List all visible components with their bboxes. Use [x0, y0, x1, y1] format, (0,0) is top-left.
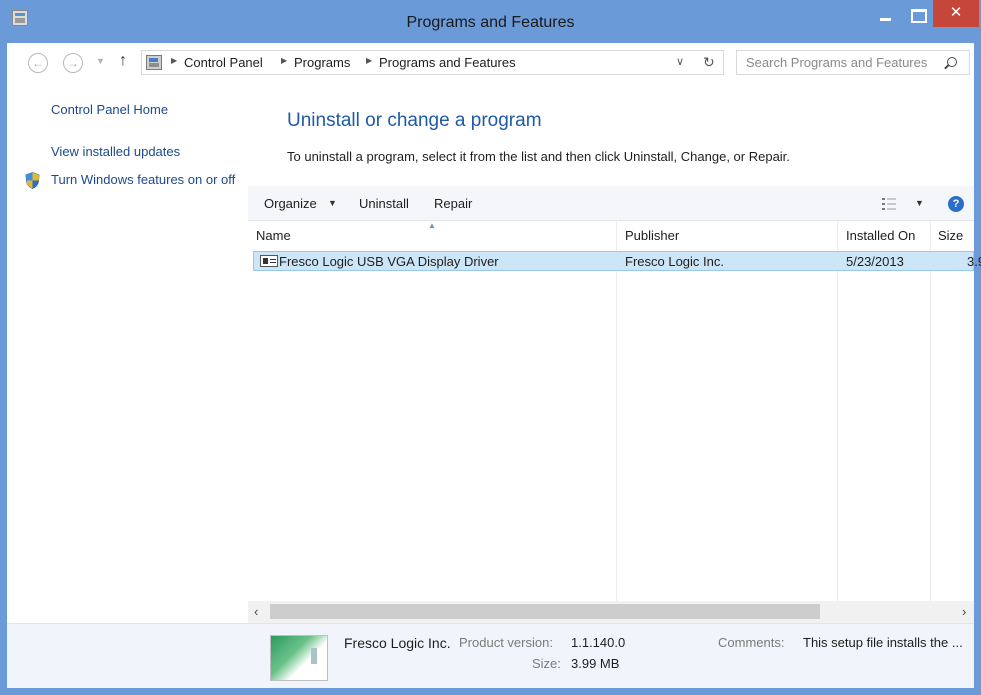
change-view-icon[interactable] — [882, 198, 898, 210]
task-pane: Control Panel Home View installed update… — [7, 83, 247, 623]
help-icon[interactable]: ? — [948, 196, 964, 212]
program-icon — [260, 255, 278, 267]
repair-button[interactable]: Repair — [434, 196, 472, 211]
organize-dropdown-icon[interactable]: ▼ — [328, 198, 337, 208]
breadcrumb-control-panel[interactable]: Control Panel — [184, 55, 263, 70]
scroll-left-icon[interactable]: ‹ — [254, 604, 258, 619]
window-title: Programs and Features — [406, 14, 575, 31]
search-icon[interactable] — [947, 57, 957, 67]
column-divider[interactable] — [930, 221, 931, 603]
control-panel-home-link[interactable]: Control Panel Home — [51, 102, 168, 117]
page-title: Uninstall or change a program — [287, 110, 542, 131]
search-placeholder: Search Programs and Features — [746, 55, 928, 70]
breadcrumb-separator-icon[interactable]: ▶ — [366, 56, 372, 65]
window-content: ← → ▼ ↑ ▶ Control Panel ▶ Programs ▶ Pro… — [7, 43, 981, 688]
column-header-publisher[interactable]: Publisher — [625, 228, 679, 243]
turn-windows-features-link[interactable]: Turn Windows features on or off — [51, 171, 241, 188]
details-pane: Fresco Logic Inc. Product version: 1.1.1… — [7, 623, 974, 688]
close-button[interactable]: ✕ — [933, 0, 979, 27]
column-headers: ▲ Name Publisher Installed On Size — [248, 221, 974, 249]
column-divider[interactable] — [837, 221, 838, 603]
breadcrumb-separator-icon[interactable]: ▶ — [171, 56, 177, 65]
comments-label: Comments: — [718, 635, 785, 650]
uninstall-button[interactable]: Uninstall — [359, 196, 409, 211]
comments-value: This setup file installs the ... — [803, 635, 963, 650]
horizontal-scrollbar[interactable]: ‹ › — [248, 601, 974, 623]
refresh-icon[interactable]: ↻ — [703, 54, 715, 71]
programs-and-features-window: Programs and Features ✕ ← → ▼ ↑ ▶ Contro… — [0, 0, 981, 695]
address-bar[interactable]: ▶ Control Panel ▶ Programs ▶ Programs an… — [141, 50, 724, 75]
column-header-size[interactable]: Size — [938, 228, 963, 243]
column-divider[interactable] — [616, 221, 617, 603]
forward-button[interactable]: → — [63, 53, 83, 73]
breadcrumb-separator-icon[interactable]: ▶ — [281, 56, 287, 65]
organize-button[interactable]: Organize — [264, 196, 317, 211]
column-header-name[interactable]: Name — [256, 228, 291, 243]
recent-locations-chevron-icon[interactable]: ▼ — [96, 56, 105, 66]
maximize-button[interactable] — [902, 0, 932, 27]
uac-shield-icon — [25, 172, 40, 189]
program-name: Fresco Logic USB VGA Display Driver — [279, 254, 499, 269]
instructions-text: To uninstall a program, select it from t… — [287, 149, 790, 164]
navigation-bar: ← → ▼ ↑ ▶ Control Panel ▶ Programs ▶ Pro… — [7, 43, 974, 83]
size-value: 3.99 MB — [571, 656, 620, 671]
minimize-button[interactable] — [870, 0, 900, 27]
view-installed-updates-link[interactable]: View installed updates — [51, 144, 180, 159]
sort-ascending-icon: ▲ — [428, 221, 436, 230]
address-history-chevron-icon[interactable]: ∨ — [676, 55, 684, 68]
command-bar: Organize ▼ Uninstall Repair ▼ ? — [248, 186, 974, 221]
installer-icon — [270, 635, 328, 681]
product-version-label: Product version: — [459, 635, 553, 650]
back-button[interactable]: ← — [28, 53, 48, 73]
breadcrumb-programs-and-features[interactable]: Programs and Features — [379, 55, 516, 70]
title-bar[interactable]: Programs and Features ✕ — [0, 0, 981, 43]
scrollbar-thumb[interactable] — [270, 604, 820, 619]
table-row[interactable]: Fresco Logic USB VGA Display Driver Fres… — [253, 251, 981, 271]
control-panel-icon — [146, 55, 162, 70]
scroll-right-icon[interactable]: › — [962, 604, 966, 619]
product-version-value: 1.1.140.0 — [571, 635, 626, 650]
up-arrow-icon[interactable]: ↑ — [119, 52, 127, 70]
size-label: Size: — [532, 656, 561, 671]
program-installed-on: 5/23/2013 — [846, 254, 904, 269]
details-publisher: Fresco Logic Inc. — [344, 635, 451, 651]
program-publisher: Fresco Logic Inc. — [625, 254, 724, 269]
view-options-dropdown-icon[interactable]: ▼ — [915, 198, 924, 208]
breadcrumb-programs[interactable]: Programs — [294, 55, 350, 70]
program-size: 3.9 — [967, 254, 981, 269]
column-header-installed-on[interactable]: Installed On — [846, 228, 915, 243]
search-input[interactable]: Search Programs and Features — [736, 50, 970, 75]
